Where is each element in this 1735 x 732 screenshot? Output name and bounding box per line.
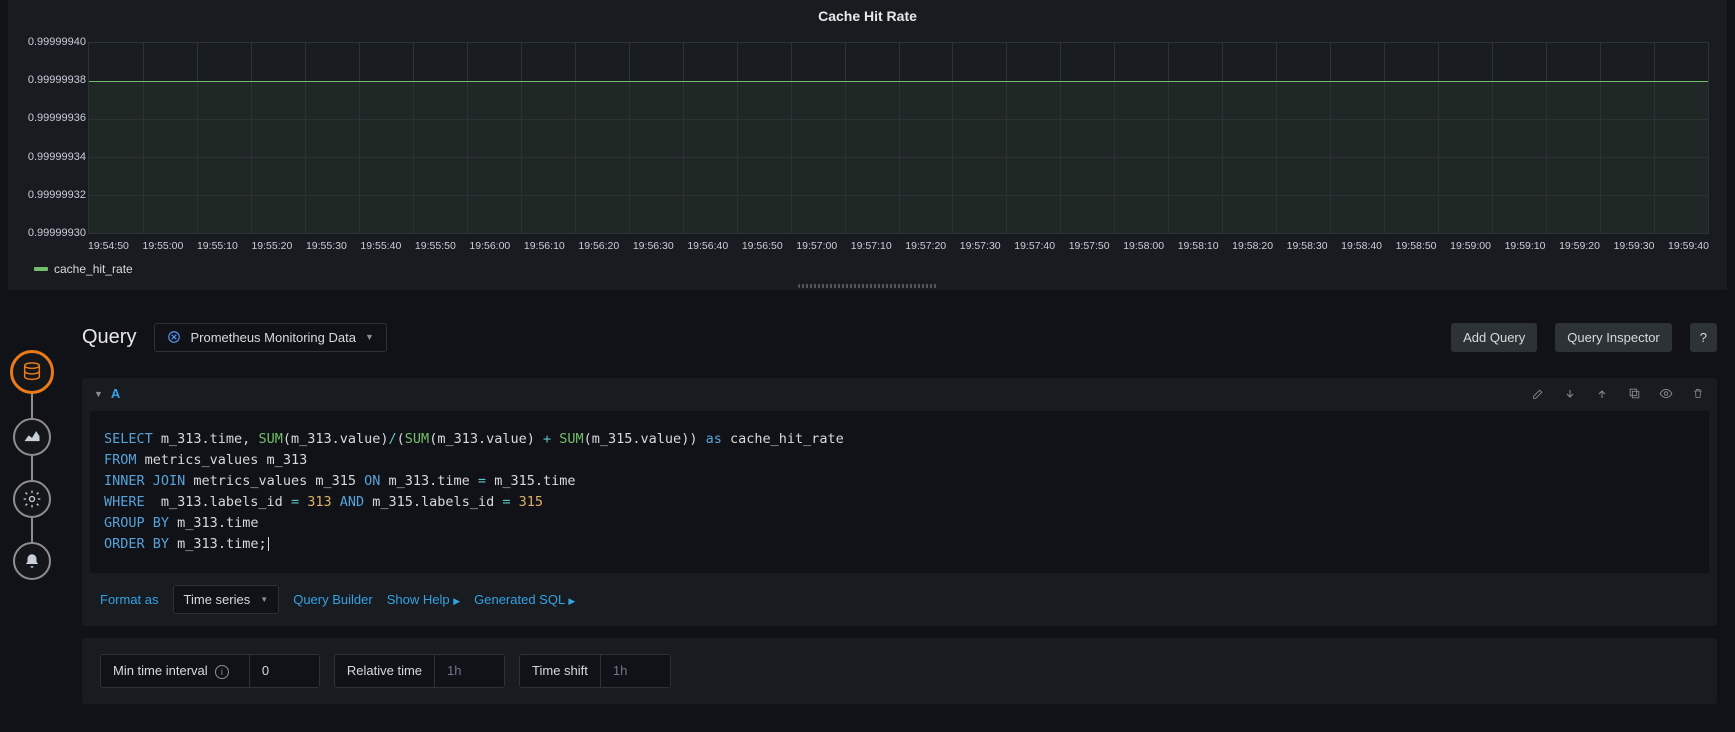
y-tick: 0.99999930 — [28, 227, 86, 239]
time-shift-label: Time shift — [520, 663, 600, 678]
collapse-toggle-icon[interactable]: ▼ — [94, 389, 103, 399]
datasource-name: Prometheus Monitoring Data — [190, 330, 355, 345]
help-button[interactable]: ? — [1690, 323, 1717, 352]
query-time-options: Min time interval i Relative time Time s… — [82, 638, 1717, 704]
tab-general[interactable] — [13, 480, 51, 518]
query-builder-link[interactable]: Query Builder — [293, 592, 372, 607]
query-inspector-button[interactable]: Query Inspector — [1555, 323, 1672, 352]
datasource-icon — [167, 330, 181, 344]
query-ref-id[interactable]: A — [111, 386, 120, 401]
query-section: Query Prometheus Monitoring Data ▼ Add Q… — [82, 312, 1717, 704]
y-tick: 0.99999934 — [28, 151, 86, 163]
query-header: Query Prometheus Monitoring Data ▼ Add Q… — [82, 312, 1717, 362]
series-line-cache-hit-rate[interactable] — [89, 81, 1708, 82]
min-time-interval-label: Min time interval i — [101, 663, 249, 679]
toggle-visibility-icon[interactable] — [1659, 387, 1673, 401]
generated-sql-link[interactable]: Generated SQL ▶ — [474, 592, 575, 607]
query-row-header: ▼ A — [82, 378, 1717, 409]
relative-time-group: Relative time — [334, 654, 505, 688]
chart-icon — [22, 427, 42, 447]
y-tick: 0.99999940 — [28, 36, 86, 48]
chart-panel: Cache Hit Rate 0.99999940 0.99999938 0.9… — [8, 0, 1727, 290]
min-time-interval-input[interactable] — [249, 655, 319, 687]
info-icon[interactable]: i — [215, 665, 229, 679]
panel-editor-tabs — [10, 350, 54, 580]
y-tick: 0.99999938 — [28, 74, 86, 86]
move-down-icon[interactable] — [1563, 387, 1577, 401]
query-options-row: Format as Time series Query Builder Show… — [82, 581, 1717, 626]
panel-resize-handle[interactable] — [798, 284, 938, 288]
time-shift-input[interactable] — [600, 655, 670, 687]
tab-queries[interactable] — [10, 350, 54, 394]
format-select[interactable]: Time series — [173, 585, 280, 614]
show-help-link[interactable]: Show Help ▶ — [387, 592, 460, 607]
duplicate-query-icon[interactable] — [1627, 387, 1641, 401]
datasource-picker[interactable]: Prometheus Monitoring Data ▼ — [154, 323, 386, 352]
format-as-label: Format as — [100, 592, 159, 607]
tab-alert[interactable] — [13, 542, 51, 580]
sql-editor[interactable]: SELECT m_313.time, SUM(m_313.value)/(SUM… — [90, 411, 1709, 573]
database-icon — [21, 361, 43, 383]
legend-series-name: cache_hit_rate — [54, 262, 133, 276]
query-row: ▼ A SELECT m_313.time, SUM(m_313.value)/… — [82, 378, 1717, 626]
chart-legend[interactable]: cache_hit_rate — [34, 262, 133, 276]
text-cursor — [268, 537, 269, 551]
chart-plot-area[interactable] — [88, 42, 1709, 234]
delete-query-icon[interactable] — [1691, 387, 1705, 401]
y-tick: 0.99999936 — [28, 112, 86, 124]
time-shift-group: Time shift — [519, 654, 671, 688]
legend-swatch — [34, 267, 48, 271]
relative-time-input[interactable] — [434, 655, 504, 687]
chevron-down-icon: ▼ — [365, 332, 374, 342]
gear-icon — [22, 489, 42, 509]
bell-icon — [23, 552, 41, 570]
chart-title: Cache Hit Rate — [8, 0, 1727, 24]
add-query-button[interactable]: Add Query — [1451, 323, 1537, 352]
y-tick: 0.99999932 — [28, 189, 86, 201]
relative-time-label: Relative time — [335, 663, 434, 678]
edit-query-icon[interactable] — [1531, 387, 1545, 401]
tab-visualization[interactable] — [13, 418, 51, 456]
x-axis-ticks: 19:54:5019:55:0019:55:1019:55:2019:55:30… — [88, 240, 1709, 256]
min-time-interval-group: Min time interval i — [100, 654, 320, 688]
query-section-title: Query — [82, 326, 136, 349]
move-up-icon[interactable] — [1595, 387, 1609, 401]
